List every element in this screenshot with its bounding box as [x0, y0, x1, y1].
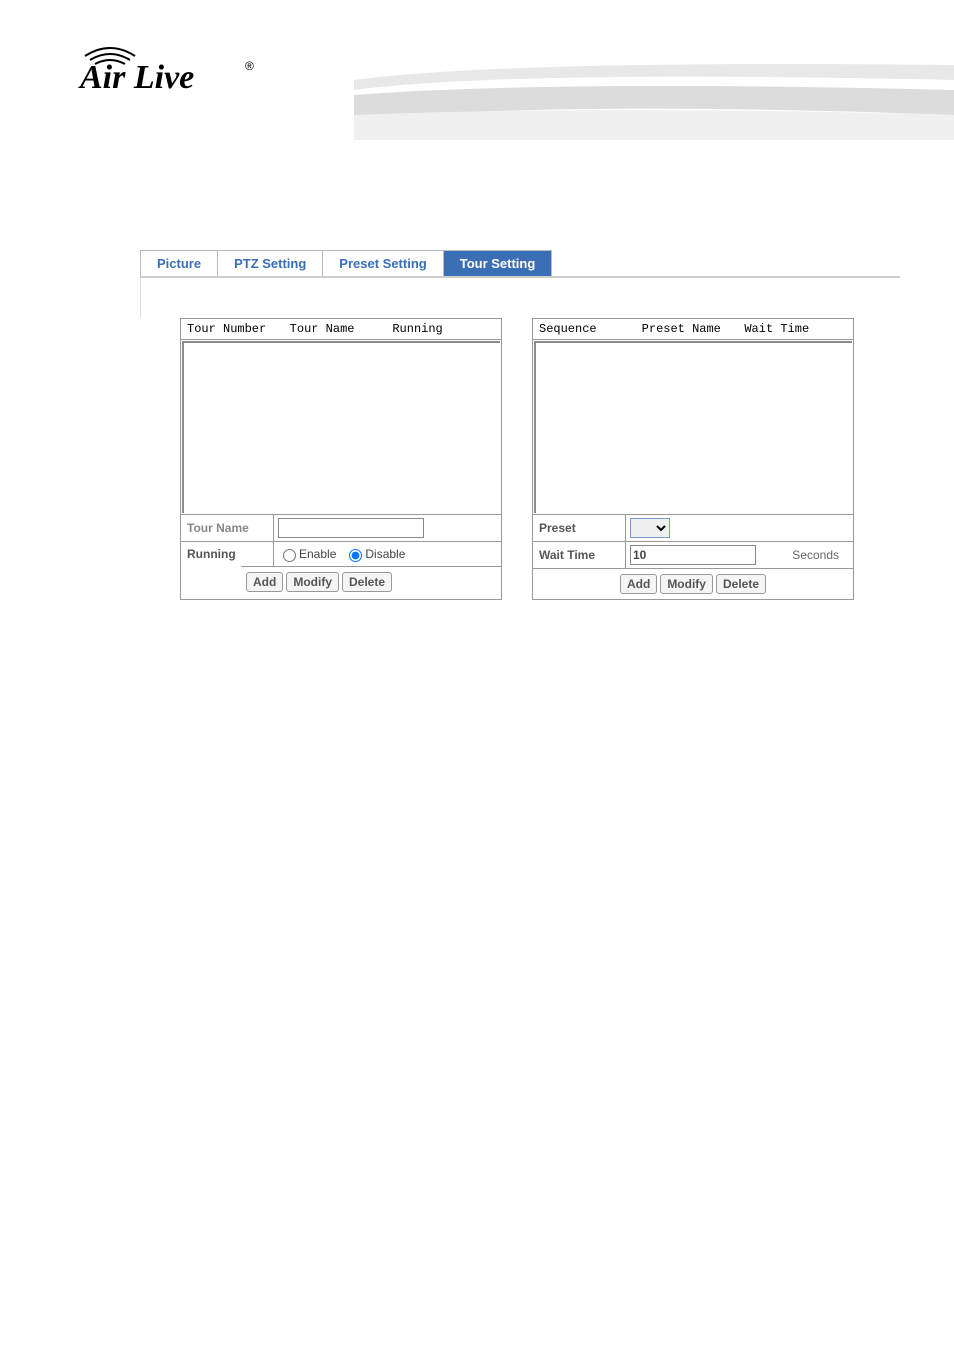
col-tour-number: Tour Number [187, 322, 290, 336]
preset-select[interactable] [630, 518, 670, 538]
airlive-logo: Air Live ® [75, 38, 265, 98]
col-preset-name: Preset Name [642, 322, 745, 336]
tab-tour-setting[interactable]: Tour Setting [443, 250, 553, 276]
wait-time-label: Wait Time [533, 542, 626, 568]
sequence-listbox[interactable] [534, 341, 852, 513]
header-swoosh [354, 60, 954, 140]
col-wait-time: Wait Time [744, 322, 847, 336]
sequence-delete-button[interactable]: Delete [716, 574, 766, 594]
tour-name-row: Tour Name [181, 514, 501, 541]
col-running: Running [392, 322, 495, 336]
tour-list-panel: Tour Number Tour Name Running Tour Name … [180, 318, 502, 600]
tour-modify-button[interactable]: Modify [286, 572, 339, 592]
tour-add-button[interactable]: Add [246, 572, 283, 592]
tour-name-input[interactable] [278, 518, 424, 538]
sequence-header: Sequence Preset Name Wait Time [533, 319, 853, 340]
sequence-buttons: Add Modify Delete [533, 568, 853, 599]
spacer [140, 278, 900, 318]
running-row: Running Enable Disable [181, 541, 501, 566]
wait-time-row: Wait Time Seconds [533, 541, 853, 568]
wait-time-input[interactable] [630, 545, 756, 565]
running-label: Running [181, 542, 274, 566]
tab-ptz-setting[interactable]: PTZ Setting [217, 250, 323, 276]
main-content: Picture PTZ Setting Preset Setting Tour … [140, 250, 900, 600]
enable-label: Enable [299, 547, 336, 561]
svg-text:®: ® [245, 59, 254, 73]
panels-container: Tour Number Tour Name Running Tour Name … [180, 318, 900, 600]
preset-label: Preset [533, 515, 626, 541]
preset-row: Preset [533, 514, 853, 541]
tour-listbox[interactable] [182, 341, 500, 513]
tour-buttons: Add Modify Delete [241, 566, 501, 597]
page-header: Air Live ® [0, 0, 954, 140]
running-disable-radio[interactable] [349, 549, 362, 562]
col-tour-name: Tour Name [290, 322, 393, 336]
tour-name-label: Tour Name [181, 515, 274, 541]
tab-bar: Picture PTZ Setting Preset Setting Tour … [140, 250, 900, 278]
tour-list-header: Tour Number Tour Name Running [181, 319, 501, 340]
sequence-panel: Sequence Preset Name Wait Time Preset Wa… [532, 318, 854, 600]
svg-text:Air Live: Air Live [78, 59, 194, 96]
sequence-modify-button[interactable]: Modify [660, 574, 713, 594]
wait-time-suffix: Seconds [792, 548, 839, 562]
logo-svg: Air Live ® [75, 38, 265, 98]
sequence-add-button[interactable]: Add [620, 574, 657, 594]
disable-label: Disable [365, 547, 405, 561]
tour-delete-button[interactable]: Delete [342, 572, 392, 592]
running-enable-radio[interactable] [283, 549, 296, 562]
tab-preset-setting[interactable]: Preset Setting [322, 250, 443, 276]
tab-picture[interactable]: Picture [140, 250, 218, 276]
col-sequence: Sequence [539, 322, 642, 336]
